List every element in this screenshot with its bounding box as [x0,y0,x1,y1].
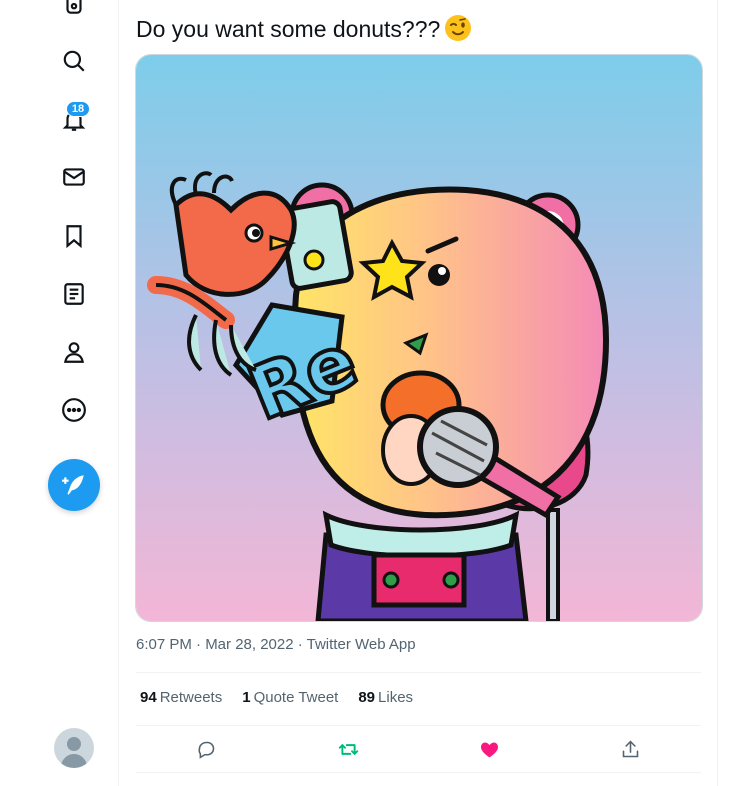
share-icon [622,740,638,757]
tweet-stats: 94 Retweets 1 Quote Tweet 89 Likes [140,689,413,706]
compose-tweet-button[interactable] [48,459,100,511]
like-button[interactable] [477,737,501,761]
divider [136,772,701,773]
retweet-button[interactable] [336,737,360,761]
likes-count: 89 [358,689,376,706]
home-icon[interactable] [56,0,92,22]
reply-button[interactable] [194,737,218,761]
column-divider-left [118,0,119,786]
quotes-count: 1 [242,689,251,706]
mail-icon[interactable] [56,159,92,195]
retweets-label: Retweets [159,689,223,706]
quotes-stat[interactable]: 1 Quote Tweet [242,689,338,706]
heart-icon [480,742,498,757]
list-icon[interactable] [56,276,92,312]
search-icon[interactable] [56,43,92,79]
tweet-image[interactable]: Re [135,54,703,622]
share-button[interactable] [618,737,642,761]
reply-icon [197,741,214,759]
notification-badge: 18 [66,101,90,117]
retweets-stat[interactable]: 94 Retweets [140,689,222,706]
bear-illustration: Re [136,55,702,621]
winking-face-emoji [444,14,472,48]
tweet-text: Do you want some donuts??? [136,14,472,48]
bookmark-icon[interactable] [56,218,92,254]
profile-icon[interactable] [56,334,92,370]
sidebar: 18 [0,0,118,786]
divider [136,672,701,673]
retweet-icon [338,743,358,755]
likes-label: Likes [378,689,414,706]
tweet-body: Do you want some donuts??? [136,16,441,42]
more-icon[interactable] [56,392,92,428]
tweet-timestamp[interactable]: 6:07 PM · Mar 28, 2022 · Twitter Web App [136,636,416,653]
retweets-count: 94 [140,689,157,706]
feather-plus-icon [62,475,84,495]
divider [136,725,701,726]
column-divider-right [717,0,718,786]
quotes-label: Quote Tweet [253,689,339,706]
avatar[interactable] [54,728,94,768]
likes-stat[interactable]: 89 Likes [358,689,413,706]
